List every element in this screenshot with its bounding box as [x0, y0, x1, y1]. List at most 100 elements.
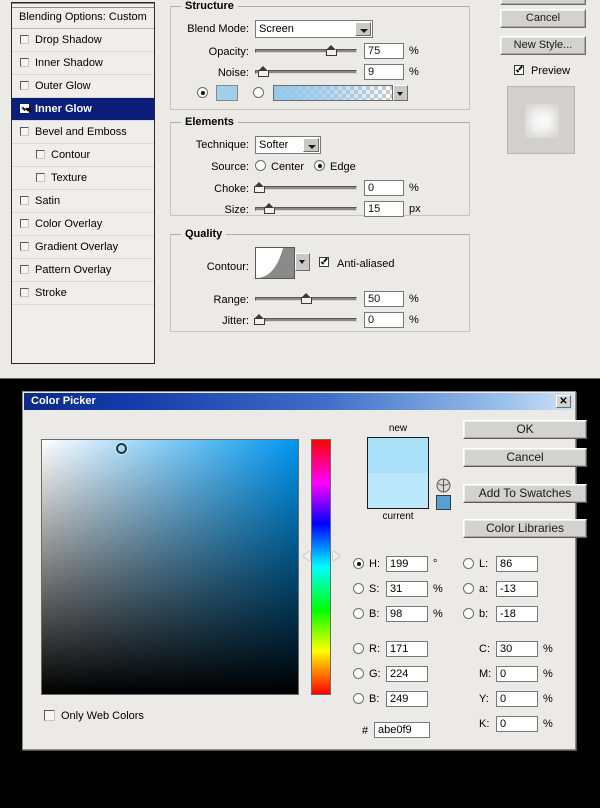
style-checkbox[interactable] [20, 196, 29, 205]
style-row-inner-shadow[interactable]: Inner Shadow [12, 52, 154, 75]
jitter-input[interactable]: 0 [364, 312, 404, 328]
color-mode-radio-a[interactable] [463, 583, 474, 594]
cancel-button[interactable]: Cancel [463, 448, 587, 467]
chevron-down-icon[interactable] [303, 138, 319, 152]
glow-gradient-preview[interactable] [273, 85, 393, 101]
gradient-chevron-down-icon[interactable] [393, 85, 408, 101]
ok-button[interactable]: OK [463, 420, 587, 439]
field-input-L[interactable]: 86 [496, 556, 538, 572]
field-input-G[interactable]: 224 [386, 666, 428, 682]
jitter-slider-thumb[interactable] [254, 314, 265, 325]
fill-gradient-radio[interactable] [253, 87, 264, 98]
jitter-slider[interactable] [254, 313, 357, 327]
range-input[interactable]: 50 [364, 291, 404, 307]
field-input-a[interactable]: -13 [496, 581, 538, 597]
style-checkbox[interactable] [36, 150, 45, 159]
color-mode-radio-H[interactable] [353, 558, 364, 569]
choke-input[interactable]: 0 [364, 180, 404, 196]
color-mode-radio-B[interactable] [353, 693, 364, 704]
field-input-K[interactable]: 0 [496, 716, 538, 732]
color-compare-swatch[interactable] [367, 437, 429, 509]
out-of-gamut-warning-icon[interactable] [436, 478, 451, 493]
color-picker-titlebar[interactable]: Color Picker ✕ [24, 393, 574, 410]
choke-slider[interactable] [254, 181, 357, 195]
field-input-B[interactable]: 98 [386, 606, 428, 622]
color-mode-radio-b[interactable] [463, 608, 474, 619]
preview-checkbox[interactable] [514, 65, 524, 75]
field-input-B[interactable]: 249 [386, 691, 428, 707]
hue-slider[interactable] [311, 439, 331, 695]
source-edge-radio[interactable] [314, 160, 325, 171]
field-input-C[interactable]: 30 [496, 641, 538, 657]
opacity-slider-track [255, 49, 357, 53]
size-slider[interactable] [255, 202, 357, 216]
source-center-radio[interactable] [255, 160, 266, 171]
field-input-R[interactable]: 171 [386, 641, 428, 657]
range-slider-thumb[interactable] [301, 293, 312, 304]
style-row-texture[interactable]: Texture [12, 167, 154, 190]
style-checkbox[interactable] [20, 81, 29, 90]
blending-options-row[interactable]: Blending Options: Custom [12, 6, 154, 29]
color-field-marker[interactable] [116, 443, 127, 454]
field-input-H[interactable]: 199 [386, 556, 428, 572]
style-checkbox[interactable] [20, 58, 29, 67]
field-value-a: -13 [500, 583, 516, 595]
style-row-pattern-overlay[interactable]: Pattern Overlay [12, 259, 154, 282]
style-row-stroke[interactable]: Stroke [12, 282, 154, 305]
color-libraries-button[interactable]: Color Libraries [463, 519, 587, 538]
style-row-inner-glow[interactable]: Inner Glow [12, 98, 154, 121]
color-mode-radio-S[interactable] [353, 583, 364, 594]
new-style-button[interactable]: New Style... [500, 36, 586, 55]
style-row-satin[interactable]: Satin [12, 190, 154, 213]
color-mode-radio-B[interactable] [353, 608, 364, 619]
style-checkbox[interactable] [20, 288, 29, 297]
cancel-button[interactable]: Cancel [500, 9, 586, 28]
field-input-b[interactable]: -18 [496, 606, 538, 622]
close-icon[interactable]: ✕ [556, 395, 571, 408]
contour-preview[interactable] [255, 247, 295, 279]
size-input[interactable]: 15 [364, 201, 404, 217]
blend-mode-select[interactable]: Screen [255, 20, 373, 38]
field-input-M[interactable]: 0 [496, 666, 538, 682]
style-row-drop-shadow[interactable]: Drop Shadow [12, 29, 154, 52]
style-checkbox[interactable] [20, 265, 29, 274]
add-to-swatches-button[interactable]: Add To Swatches [463, 484, 587, 503]
color-mode-radio-R[interactable] [353, 643, 364, 654]
field-input-Y[interactable]: 0 [496, 691, 538, 707]
color-mode-radio-G[interactable] [353, 668, 364, 679]
only-web-colors-checkbox[interactable] [44, 710, 55, 721]
noise-slider-thumb[interactable] [258, 66, 269, 77]
style-row-contour[interactable]: Contour [12, 144, 154, 167]
style-row-bevel-and-emboss[interactable]: Bevel and Emboss [12, 121, 154, 144]
noise-slider[interactable] [255, 65, 357, 79]
field-input-S[interactable]: 31 [386, 581, 428, 597]
style-row-outer-glow[interactable]: Outer Glow [12, 75, 154, 98]
choke-slider-thumb[interactable] [254, 182, 265, 193]
style-checkbox[interactable] [20, 35, 29, 44]
opacity-input[interactable]: 75 [364, 43, 404, 59]
style-checkbox[interactable] [36, 173, 45, 182]
fill-color-radio[interactable] [197, 87, 208, 98]
color-mode-radio-L[interactable] [463, 558, 474, 569]
glow-color-swatch[interactable] [216, 85, 238, 101]
layer-styles-list[interactable]: Blending Options: Custom Drop Shadow Inne… [11, 2, 155, 364]
style-checkbox[interactable] [20, 242, 29, 251]
opacity-slider-thumb[interactable] [326, 45, 337, 56]
chevron-down-icon[interactable] [355, 22, 371, 36]
noise-input[interactable]: 9 [364, 64, 404, 80]
size-slider-thumb[interactable] [264, 203, 275, 214]
technique-select[interactable]: Softer [255, 136, 321, 154]
contour-chevron-down-icon[interactable] [295, 253, 310, 271]
saturation-value-field[interactable] [41, 439, 299, 695]
style-row-color-overlay[interactable]: Color Overlay [12, 213, 154, 236]
range-slider[interactable] [255, 292, 357, 306]
style-row-gradient-overlay[interactable]: Gradient Overlay [12, 236, 154, 259]
ok-button-cropped[interactable] [500, 0, 586, 5]
style-checkbox[interactable] [20, 219, 29, 228]
opacity-slider[interactable] [255, 44, 357, 58]
web-safe-color-swatch[interactable] [436, 495, 451, 510]
hex-input[interactable]: abe0f9 [374, 722, 430, 738]
style-checkbox[interactable] [20, 104, 29, 113]
anti-aliased-checkbox[interactable] [319, 257, 329, 267]
style-checkbox[interactable] [20, 127, 29, 136]
